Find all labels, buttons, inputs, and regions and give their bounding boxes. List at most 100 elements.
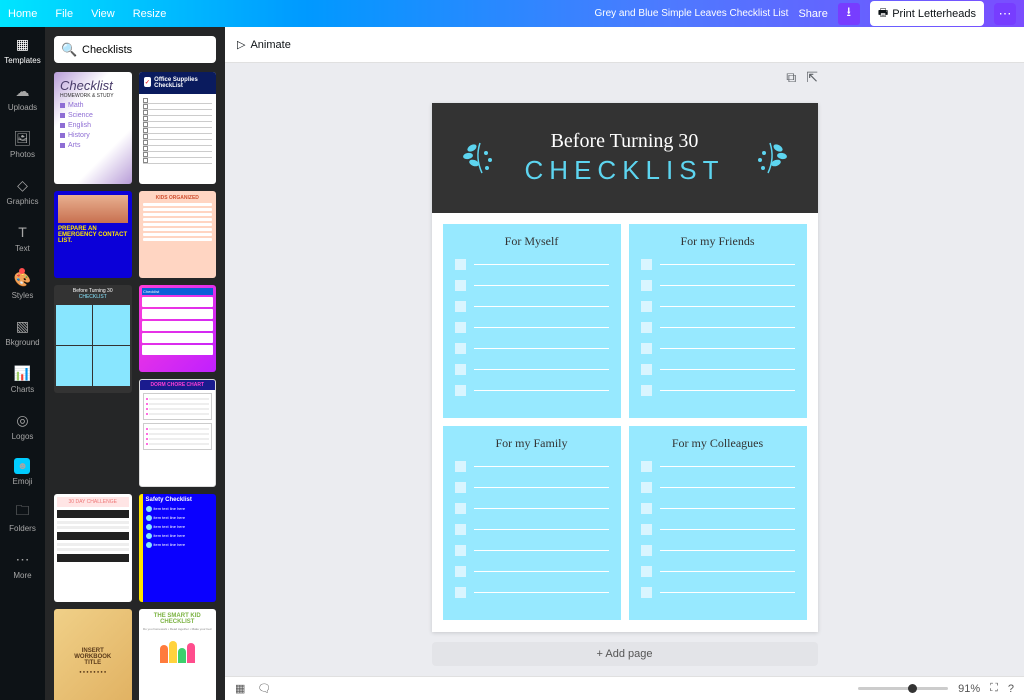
template-thumb[interactable]: INSERT WORKBOOK TITLE ● ● ● ● ● ● ● ● bbox=[54, 609, 132, 700]
rail-uploads[interactable]: ☁ Uploads bbox=[8, 82, 37, 112]
checklist-cell-myself[interactable]: For Myself bbox=[443, 224, 621, 418]
checklist-cell-colleagues[interactable]: For my Colleagues bbox=[629, 426, 807, 620]
thumb-title: Safety Checklist bbox=[146, 497, 214, 503]
bottom-left-controls: ▦ 🗨 bbox=[235, 682, 271, 695]
cell-title: For my Colleagues bbox=[641, 436, 795, 451]
fullscreen-icon[interactable]: ⛶ bbox=[990, 682, 998, 695]
rail-label: Logos bbox=[12, 432, 34, 441]
template-thumb[interactable]: 30 DAY CHALLENGE bbox=[54, 494, 132, 602]
template-thumb[interactable]: Safety Checklist item text line here ite… bbox=[139, 494, 217, 602]
rail-label: Templates bbox=[4, 56, 40, 65]
rail-label: Styles bbox=[12, 291, 34, 300]
thumb-title: Office Supplies CheckList bbox=[154, 77, 211, 89]
rail-background[interactable]: ▧ Bkground bbox=[5, 317, 39, 347]
file-menu[interactable]: File bbox=[55, 8, 73, 20]
rail-label: More bbox=[13, 571, 31, 580]
zoom-level[interactable]: 91% bbox=[958, 683, 980, 695]
background-icon: ▧ bbox=[14, 317, 32, 335]
rail-more[interactable]: ⋯ More bbox=[13, 550, 31, 580]
add-page-button[interactable]: + Add page bbox=[432, 642, 818, 666]
checklist-cell-friends[interactable]: For my Friends bbox=[629, 224, 807, 418]
rail-label: Photos bbox=[10, 150, 35, 159]
template-thumb[interactable]: Checklist HOMEWORK & STUDY Math Science … bbox=[54, 72, 132, 184]
text-icon: T bbox=[14, 223, 32, 241]
rail-text[interactable]: T Text bbox=[14, 223, 32, 253]
duplicate-page-icon[interactable]: ⧉ bbox=[786, 69, 796, 86]
template-thumb[interactable]: DORM CHORE CHART bbox=[139, 379, 217, 487]
rail-folders[interactable]: 🗀 Folders bbox=[9, 503, 36, 533]
logos-icon: ◎ bbox=[13, 411, 31, 429]
graphics-icon: ◇ bbox=[13, 176, 31, 194]
more-icon: ⋯ bbox=[999, 6, 1012, 22]
download-button[interactable]: ⭳ bbox=[838, 3, 860, 25]
rail-styles[interactable]: 🎨 Styles bbox=[12, 270, 34, 300]
rail-templates[interactable]: ▦ Templates bbox=[4, 35, 40, 65]
animate-icon: ▷ bbox=[237, 38, 245, 51]
grid-view-icon[interactable]: ▦ bbox=[235, 682, 245, 695]
rail-label: Text bbox=[15, 244, 30, 253]
search-row: 🔍 ✕ ☰ bbox=[45, 27, 225, 72]
download-icon: ⭳ bbox=[847, 3, 852, 25]
bottom-bar: ▦ 🗨 91% ⛶ ? bbox=[225, 676, 1024, 700]
help-icon[interactable]: ? bbox=[1008, 683, 1014, 695]
search-icon: 🔍 bbox=[61, 42, 77, 58]
doc-title-line2[interactable]: CHECKLIST bbox=[525, 155, 725, 186]
thumb-title: 30 DAY CHALLENGE bbox=[57, 497, 129, 507]
template-thumb[interactable]: ✓Office Supplies CheckList bbox=[139, 72, 217, 184]
photos-icon: 🖼 bbox=[14, 129, 32, 147]
rail-charts[interactable]: 📊 Charts bbox=[11, 364, 35, 394]
design-page[interactable]: Before Turning 30 CHECKLIST For Myself bbox=[432, 103, 818, 632]
template-thumb[interactable]: THE SMART KID CHECKLIST Do you homework … bbox=[139, 609, 217, 700]
print-icon: 🖶 bbox=[878, 4, 888, 23]
template-thumb[interactable]: KIDS ORGANIZED bbox=[139, 191, 217, 278]
notes-icon[interactable]: 🗨 bbox=[257, 682, 271, 695]
title-block: Before Turning 30 CHECKLIST bbox=[525, 130, 725, 186]
folders-icon: 🗀 bbox=[14, 503, 32, 521]
thumb-title: PREPARE AN EMERGENCY CONTACT LIST. bbox=[58, 226, 128, 244]
canvas-toolbar: ▷ Animate bbox=[225, 27, 1024, 63]
share-button[interactable]: Share bbox=[798, 8, 827, 20]
doc-header: Before Turning 30 CHECKLIST bbox=[432, 103, 818, 213]
top-menu-bar: Home File View Resize Grey and Blue Simp… bbox=[0, 0, 1024, 27]
rail-label: Charts bbox=[11, 385, 35, 394]
share-page-icon[interactable]: ⇱ bbox=[806, 69, 818, 86]
page-actions: ⧉ ⇱ bbox=[786, 69, 818, 86]
canvas-scroll[interactable]: Before Turning 30 CHECKLIST For Myself bbox=[225, 63, 1024, 676]
search-input[interactable] bbox=[82, 44, 224, 56]
animate-button[interactable]: ▷ Animate bbox=[237, 38, 291, 51]
more-button[interactable]: ⋯ bbox=[994, 3, 1016, 25]
rail-label: Graphics bbox=[6, 197, 38, 206]
emoji-icon: ☻ bbox=[14, 458, 30, 474]
rail-label: Uploads bbox=[8, 103, 37, 112]
doc-title-line1[interactable]: Before Turning 30 bbox=[525, 130, 725, 153]
checklist-cell-family[interactable]: For my Family bbox=[443, 426, 621, 620]
document-title[interactable]: Grey and Blue Simple Leaves Checklist Li… bbox=[594, 8, 788, 19]
rail-graphics[interactable]: ◇ Graphics bbox=[6, 176, 38, 206]
top-left-menu: Home File View Resize bbox=[8, 8, 166, 20]
app-body: ▦ Templates ☁ Uploads 🖼 Photos ◇ Graphic… bbox=[0, 27, 1024, 700]
rail-logos[interactable]: ◎ Logos bbox=[12, 411, 34, 441]
template-thumb[interactable]: PREPARE AN EMERGENCY CONTACT LIST. bbox=[54, 191, 132, 278]
slider-thumb[interactable] bbox=[908, 684, 917, 693]
animate-label: Animate bbox=[250, 39, 290, 51]
print-letterheads-button[interactable]: 🖶 Print Letterheads bbox=[870, 1, 984, 26]
thumb-sub: HOMEWORK & STUDY bbox=[60, 93, 126, 99]
cell-title: For my Family bbox=[455, 436, 609, 451]
zoom-slider[interactable] bbox=[858, 687, 948, 690]
rail-label: Bkground bbox=[5, 338, 39, 347]
rail-photos[interactable]: 🖼 Photos bbox=[10, 129, 35, 159]
rail-label: Folders bbox=[9, 524, 36, 533]
template-thumb[interactable]: Before Turning 30CHECKLIST bbox=[54, 285, 132, 393]
template-thumb[interactable]: Checklist bbox=[139, 285, 216, 372]
resize-menu[interactable]: Resize bbox=[133, 8, 167, 20]
home-menu[interactable]: Home bbox=[8, 8, 37, 20]
thumb-title: THE SMART KID CHECKLIST bbox=[143, 613, 213, 625]
thumb-title: KIDS ORGANIZED bbox=[143, 195, 213, 201]
cell-title: For my Friends bbox=[641, 234, 795, 249]
template-thumbnails[interactable]: Checklist HOMEWORK & STUDY Math Science … bbox=[45, 72, 225, 700]
rail-emoji[interactable]: ☻ Emoji bbox=[12, 458, 32, 486]
leaf-decor-right bbox=[750, 138, 790, 178]
view-menu[interactable]: View bbox=[91, 8, 115, 20]
uploads-icon: ☁ bbox=[13, 82, 31, 100]
thumb-title: Checklist bbox=[60, 78, 126, 93]
